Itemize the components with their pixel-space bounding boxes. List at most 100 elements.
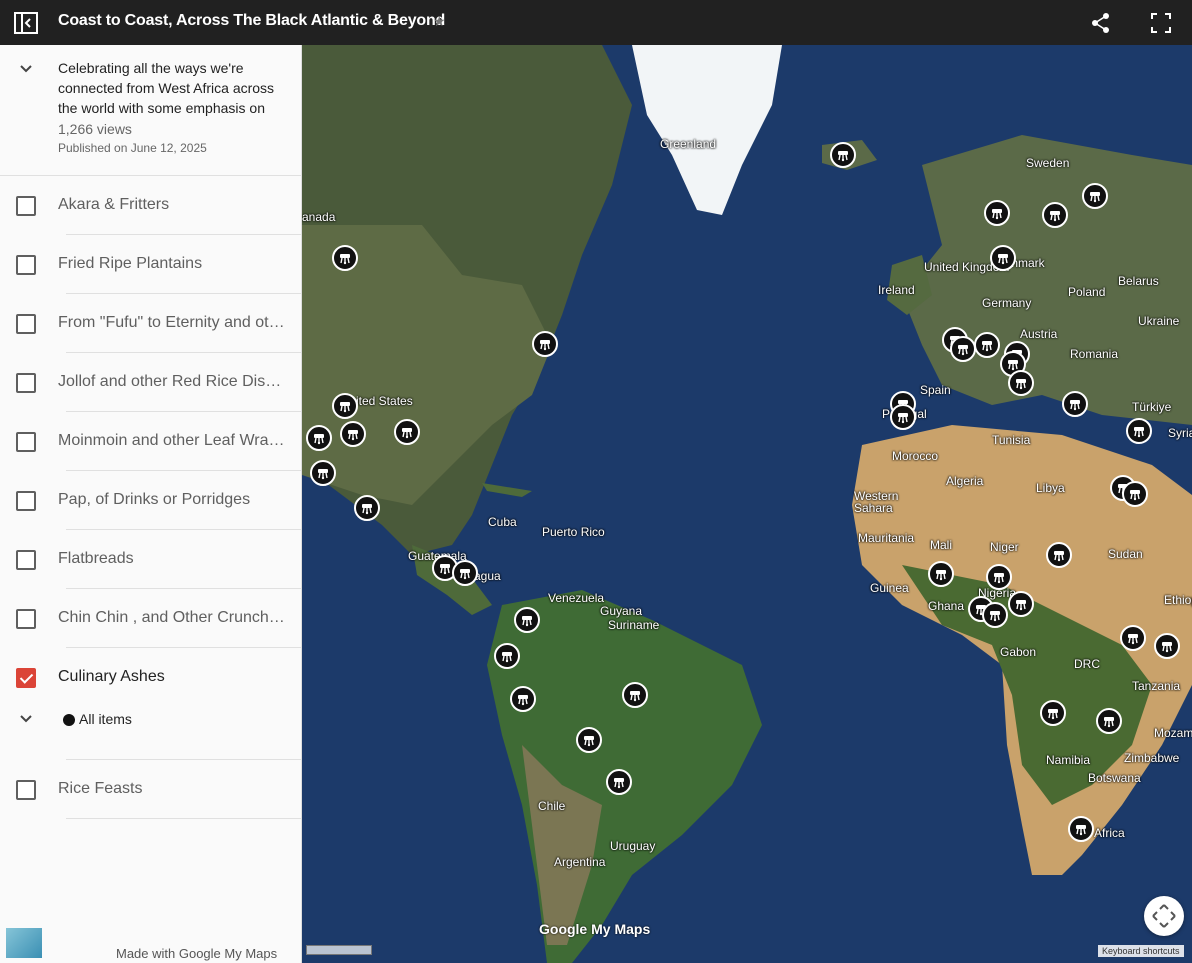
map-label: Guinea bbox=[870, 581, 909, 595]
bbq-grill-marker[interactable] bbox=[354, 495, 380, 521]
keyboard-shortcuts-link[interactable]: Keyboard shortcuts bbox=[1098, 945, 1184, 957]
layer-label: Jollof and other Red Rice Dishes bbox=[58, 373, 286, 390]
bbq-grill-marker[interactable] bbox=[990, 245, 1016, 271]
bbq-grill-marker[interactable] bbox=[974, 332, 1000, 358]
layer-flatbreads[interactable]: Flatbreads bbox=[0, 530, 301, 589]
layer-checkbox[interactable] bbox=[16, 780, 36, 800]
layer-checkbox[interactable] bbox=[16, 550, 36, 570]
bbq-grill-icon bbox=[440, 564, 450, 575]
scale-bar bbox=[306, 945, 372, 955]
all-items-link[interactable]: All items bbox=[79, 711, 132, 727]
bbq-grill-icon bbox=[518, 695, 528, 706]
map-label: Morocco bbox=[892, 449, 939, 463]
bbq-grill-marker[interactable] bbox=[1126, 418, 1152, 444]
map-label: Syria bbox=[1168, 426, 1192, 440]
share-icon[interactable] bbox=[1090, 12, 1112, 34]
bbq-grill-marker[interactable] bbox=[1040, 700, 1066, 726]
bbq-grill-marker[interactable] bbox=[986, 564, 1012, 590]
chevron-down-icon[interactable] bbox=[18, 711, 34, 727]
map-label: Mauritania bbox=[858, 531, 915, 545]
layer-checkbox[interactable] bbox=[16, 491, 36, 511]
map-label: Türkiye bbox=[1132, 400, 1172, 414]
recenter-icon[interactable] bbox=[1144, 896, 1184, 936]
bbq-grill-icon bbox=[1162, 642, 1172, 653]
map-label: ited States bbox=[356, 394, 413, 408]
bbq-grill-marker[interactable] bbox=[830, 142, 856, 168]
bbq-grill-marker[interactable] bbox=[928, 561, 954, 587]
bbq-grill-marker[interactable] bbox=[1068, 816, 1094, 842]
map-label: Namibia bbox=[1046, 753, 1091, 767]
bbq-grill-marker[interactable] bbox=[1122, 481, 1148, 507]
bbq-grill-marker[interactable] bbox=[890, 404, 916, 430]
bbq-grill-icon bbox=[522, 616, 532, 627]
layer-checkbox[interactable] bbox=[16, 373, 36, 393]
layer-label: From "Fufu" to Eternity and other Swallo… bbox=[58, 314, 286, 331]
bbq-grill-marker[interactable] bbox=[950, 336, 976, 362]
map-label: Belarus bbox=[1118, 274, 1159, 288]
bbq-grill-marker[interactable] bbox=[1096, 708, 1122, 734]
bbq-grill-marker[interactable] bbox=[1008, 591, 1034, 617]
layer-checkbox[interactable] bbox=[16, 432, 36, 452]
map-thumbnail[interactable] bbox=[6, 928, 42, 958]
map-label: Ireland bbox=[878, 283, 915, 297]
layer-label: Culinary Ashes bbox=[58, 668, 165, 685]
bbq-grill-marker[interactable] bbox=[982, 602, 1008, 628]
layer-pap[interactable]: Pap, of Drinks or Porridges bbox=[0, 471, 301, 530]
bbq-grill-marker[interactable] bbox=[1046, 542, 1072, 568]
bbq-grill-marker[interactable] bbox=[514, 607, 540, 633]
map-canvas[interactable]: Greenland Sweden United Kingdom Ireland … bbox=[302, 45, 1192, 963]
bbq-grill-marker[interactable] bbox=[340, 421, 366, 447]
map-label: Austria bbox=[1020, 327, 1058, 341]
layer-checkbox-checked[interactable] bbox=[16, 668, 36, 688]
map-label: Uruguay bbox=[610, 839, 656, 853]
bbq-grill-marker[interactable] bbox=[494, 643, 520, 669]
layer-checkbox[interactable] bbox=[16, 196, 36, 216]
bbq-grill-marker[interactable] bbox=[310, 460, 336, 486]
layer-label: Moinmoin and other Leaf Wrapped Dishes bbox=[58, 432, 286, 449]
bbq-grill-marker[interactable] bbox=[606, 769, 632, 795]
map-background bbox=[302, 45, 1192, 963]
map-label: Western Sahara bbox=[854, 489, 899, 515]
map-description-block: Celebrating all the ways we're connected… bbox=[0, 45, 301, 176]
bbq-grill-marker[interactable] bbox=[1120, 625, 1146, 651]
layer-jollof[interactable]: Jollof and other Red Rice Dishes bbox=[0, 353, 301, 412]
made-with-footer[interactable]: Made with Google My Maps bbox=[116, 946, 277, 961]
bbq-grill-marker[interactable] bbox=[984, 200, 1010, 226]
bbq-grill-marker[interactable] bbox=[332, 245, 358, 271]
layer-rice-feasts[interactable]: Rice Feasts bbox=[0, 760, 301, 819]
bbq-grill-marker[interactable] bbox=[622, 682, 648, 708]
layer-moinmoin[interactable]: Moinmoin and other Leaf Wrapped Dishes bbox=[0, 412, 301, 471]
bbq-grill-icon bbox=[630, 691, 640, 702]
bbq-grill-marker[interactable] bbox=[510, 686, 536, 712]
layer-akara-fritters[interactable]: Akara & Fritters bbox=[0, 176, 301, 235]
bbq-grill-marker[interactable] bbox=[1008, 370, 1034, 396]
bbq-grill-marker[interactable] bbox=[1042, 202, 1068, 228]
bbq-grill-marker[interactable] bbox=[452, 560, 478, 586]
map-title: Coast to Coast, Across The Black Atlanti… bbox=[58, 12, 446, 29]
layer-checkbox[interactable] bbox=[16, 609, 36, 629]
layer-fried-ripe-plantains[interactable]: Fried Ripe Plantains bbox=[0, 235, 301, 294]
layer-fufu[interactable]: From "Fufu" to Eternity and other Swallo… bbox=[0, 294, 301, 353]
bbq-grill-marker[interactable] bbox=[306, 425, 332, 451]
layer-checkbox[interactable] bbox=[16, 255, 36, 275]
map-label: Chile bbox=[538, 799, 566, 813]
bbq-grill-marker[interactable] bbox=[1154, 633, 1180, 659]
bbq-grill-icon bbox=[898, 413, 908, 424]
top-bar: Coast to Coast, Across The Black Atlanti… bbox=[0, 0, 1192, 45]
bbq-grill-marker[interactable] bbox=[394, 419, 420, 445]
bbq-grill-marker[interactable] bbox=[332, 393, 358, 419]
layer-chin-chin[interactable]: Chin Chin , and Other Crunchy Snacks bbox=[0, 589, 301, 648]
bbq-grill-marker[interactable] bbox=[576, 727, 602, 753]
bbq-grill-icon bbox=[982, 341, 992, 352]
layer-label: Chin Chin , and Other Crunchy Snacks bbox=[58, 609, 286, 626]
layer-checkbox[interactable] bbox=[16, 314, 36, 334]
star-icon[interactable]: ★ bbox=[433, 13, 446, 30]
layer-sub-list: All items bbox=[0, 697, 301, 760]
chevron-down-icon[interactable] bbox=[18, 61, 34, 77]
map-label: Mali bbox=[930, 538, 953, 552]
bbq-grill-marker[interactable] bbox=[1082, 183, 1108, 209]
bbq-grill-marker[interactable] bbox=[532, 331, 558, 357]
collapse-panel-icon[interactable] bbox=[14, 12, 38, 34]
bbq-grill-marker[interactable] bbox=[1062, 391, 1088, 417]
fullscreen-icon[interactable] bbox=[1150, 12, 1172, 34]
